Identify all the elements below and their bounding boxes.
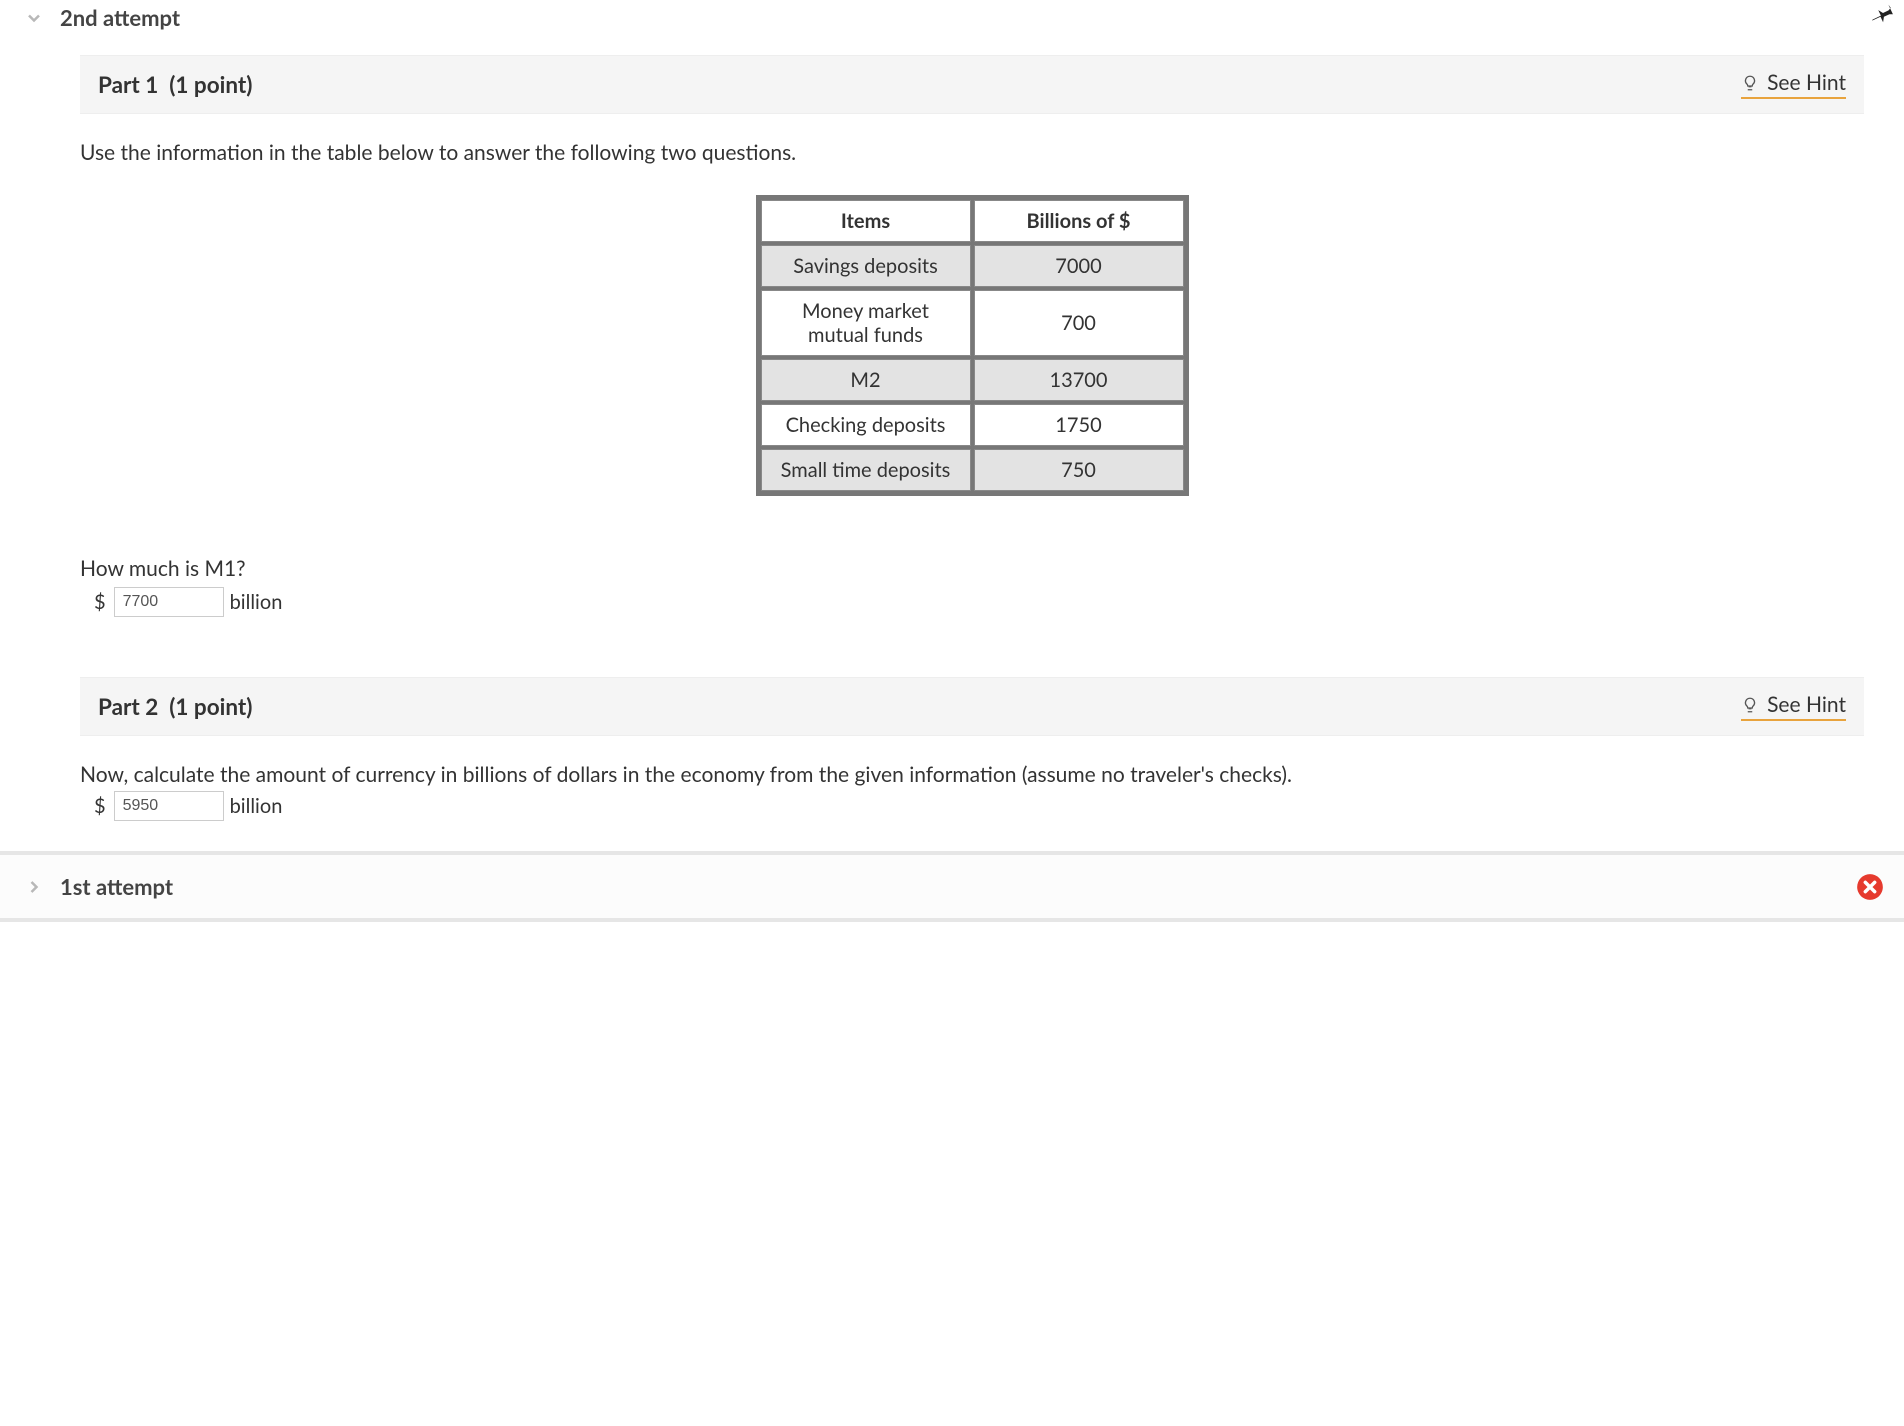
currency-symbol: $ <box>94 794 106 818</box>
cell-label: Money market mutual funds <box>761 290 971 356</box>
currency-symbol: $ <box>94 590 106 614</box>
part2-points: (1 point) <box>169 693 252 720</box>
part1-header: Part 1 (1 point) See Hint <box>80 55 1864 114</box>
see-hint-link-part2[interactable]: See Hint <box>1741 692 1846 721</box>
part2-block: Part 2 (1 point) See Hint Now, calculate… <box>0 677 1904 821</box>
part2-title: Part 2 (1 point) <box>98 693 252 720</box>
error-icon <box>1856 873 1884 901</box>
table-row: Small time deposits 750 <box>761 449 1184 491</box>
cell-value: 750 <box>974 449 1184 491</box>
part2-title-text: Part 2 <box>98 693 158 720</box>
cell-value: 13700 <box>974 359 1184 401</box>
chevron-down-icon <box>24 8 44 28</box>
table-header-items: Items <box>761 200 971 242</box>
part2-answer-row: $ billion <box>94 791 1864 821</box>
part1-points: (1 point) <box>169 71 252 98</box>
cell-label: Savings deposits <box>761 245 971 287</box>
part2-prompt: Now, calculate the amount of currency in… <box>80 762 1864 787</box>
cell-value: 1750 <box>974 404 1184 446</box>
part2-header: Part 2 (1 point) See Hint <box>80 677 1864 736</box>
cell-label: Checking deposits <box>761 404 971 446</box>
part1-prompt: Use the information in the table below t… <box>80 140 1864 165</box>
unit-label: billion <box>230 794 283 818</box>
attempt-header-previous[interactable]: 1st attempt <box>0 851 1904 922</box>
table-header-row: Items Billions of $ <box>761 200 1184 242</box>
part1-block: Part 1 (1 point) See Hint Use the inform… <box>0 55 1904 617</box>
cell-value: 700 <box>974 290 1184 356</box>
attempt-current-label: 2nd attempt <box>60 4 180 31</box>
table-row: Checking deposits 1750 <box>761 404 1184 446</box>
unit-label: billion <box>230 590 283 614</box>
attempt-previous-label: 1st attempt <box>60 873 173 900</box>
data-table: Items Billions of $ Savings deposits 700… <box>756 195 1189 496</box>
table-row: M2 13700 <box>761 359 1184 401</box>
part1-title-text: Part 1 <box>98 71 158 98</box>
part1-title: Part 1 (1 point) <box>98 71 252 98</box>
table-row: Money market mutual funds 700 <box>761 290 1184 356</box>
cell-label: Small time deposits <box>761 449 971 491</box>
table-header-values: Billions of $ <box>974 200 1184 242</box>
part2-answer-input[interactable] <box>114 791 224 821</box>
chevron-right-icon <box>24 877 44 897</box>
see-hint-link-part1[interactable]: See Hint <box>1741 70 1846 99</box>
part1-answer-input[interactable] <box>114 587 224 617</box>
part1-question: How much is M1? <box>80 556 1864 581</box>
pin-icon[interactable] <box>1870 0 1896 31</box>
lightbulb-icon <box>1741 694 1759 716</box>
part1-answer-row: $ billion <box>94 587 1864 617</box>
cell-label: M2 <box>761 359 971 401</box>
table-row: Savings deposits 7000 <box>761 245 1184 287</box>
hint-label: See Hint <box>1767 70 1846 95</box>
lightbulb-icon <box>1741 72 1759 94</box>
cell-value: 7000 <box>974 245 1184 287</box>
attempt-header-current[interactable]: 2nd attempt <box>0 0 1904 55</box>
hint-label: See Hint <box>1767 692 1846 717</box>
